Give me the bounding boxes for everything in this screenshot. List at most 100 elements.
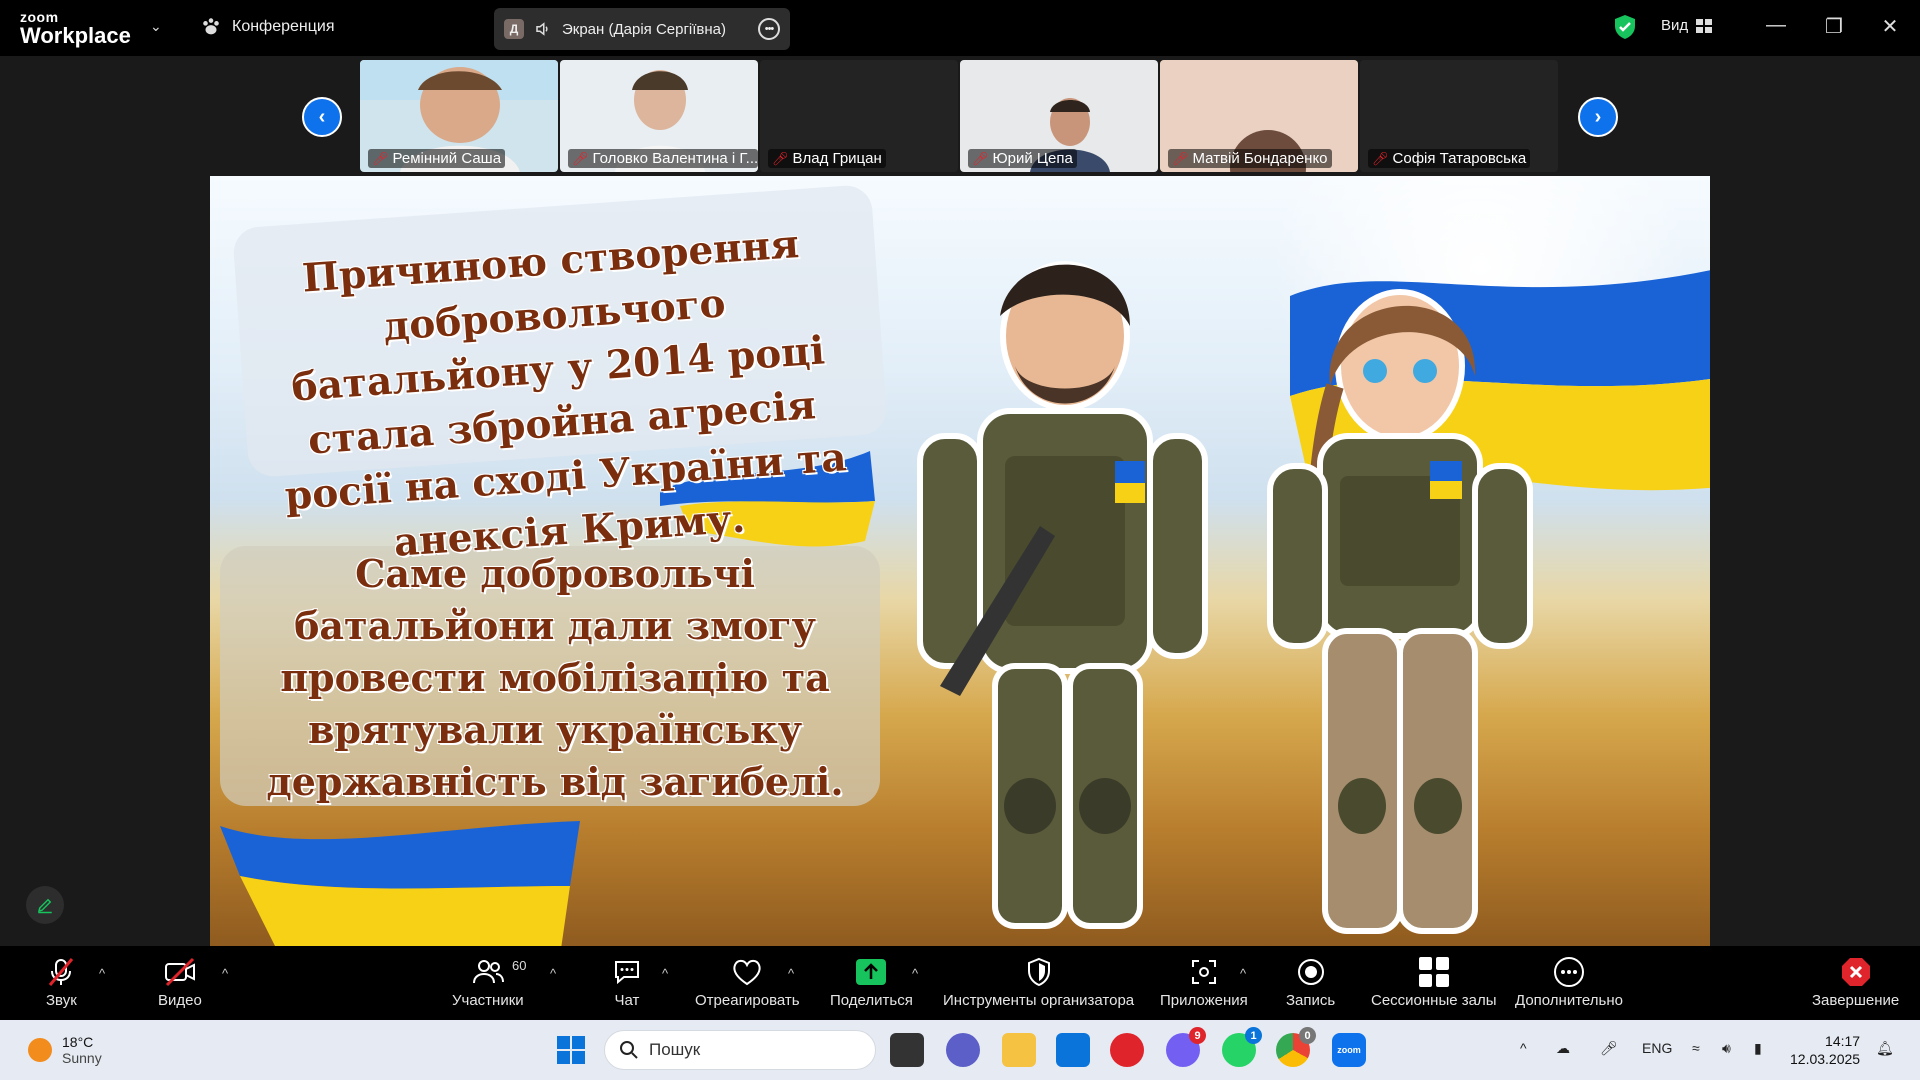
meeting-title: Конференция xyxy=(232,18,335,35)
search-icon xyxy=(620,1041,638,1059)
windows-taskbar: 18°C Sunny Пошук 9 1 0 zoom ^ ☁ 🎤︎ ENG ≈… xyxy=(0,1020,1920,1080)
mic-muted-icon xyxy=(49,958,74,986)
video-button[interactable]: Видео xyxy=(158,956,202,1009)
language-indicator[interactable]: ENG xyxy=(1642,1040,1672,1056)
react-options-caret[interactable]: ^ xyxy=(788,966,794,981)
react-button[interactable]: Отреагировать xyxy=(695,956,800,1009)
gallery-prev-button[interactable]: ‹ xyxy=(302,97,342,137)
volume-icon[interactable]: 🔊︎ xyxy=(1722,1040,1731,1057)
male-soldier-illustration xyxy=(917,261,1208,929)
mic-muted-icon: 🎤︎ xyxy=(1172,150,1189,166)
zoom-taskbar-icon[interactable]: zoom xyxy=(1332,1033,1366,1067)
screen-share-indicator[interactable]: Д Экран (Дарія Сергіївна) ••• xyxy=(494,8,790,50)
viber-icon[interactable]: 9 xyxy=(1166,1027,1206,1067)
shield-icon xyxy=(1027,957,1050,987)
opera-icon[interactable] xyxy=(1110,1033,1144,1067)
participant-tile[interactable]: 🎤︎ Софія Татаровська xyxy=(1360,60,1558,172)
speaker-icon xyxy=(536,22,548,36)
notifications-icon[interactable]: 🔔︎ xyxy=(1876,1040,1894,1057)
system-clock[interactable]: 14:17 12.03.2025 xyxy=(1790,1032,1860,1068)
breakout-rooms-icon xyxy=(1418,957,1449,987)
video-off-icon xyxy=(164,957,195,987)
meeting-info-button[interactable]: Конференция xyxy=(200,16,335,38)
shared-screen: Причиною створення добровольчого батальй… xyxy=(210,176,1710,946)
participant-name: Ремінний Саша xyxy=(392,150,502,167)
participant-tile[interactable]: 🎤︎ Влад Грицан xyxy=(760,60,958,172)
restore-icon[interactable]: ❐ xyxy=(1819,14,1849,39)
whatsapp-icon[interactable]: 1 xyxy=(1222,1027,1262,1067)
pen-icon xyxy=(37,898,52,914)
host-tools-button[interactable]: Инструменты организатора xyxy=(943,956,1134,1009)
chevron-down-icon[interactable]: ⌄ xyxy=(150,18,162,35)
task-view-icon[interactable] xyxy=(890,1033,924,1067)
participant-name: Влад Грицан xyxy=(792,150,882,167)
security-shield-icon[interactable] xyxy=(1613,14,1637,40)
mic-muted-icon: 🎤︎ xyxy=(972,150,989,166)
more-button[interactable]: Дополнительно xyxy=(1515,956,1623,1009)
view-button[interactable]: Вид xyxy=(1661,17,1713,34)
gallery-next-button[interactable]: › xyxy=(1578,97,1618,137)
wifi-icon[interactable]: ≈ xyxy=(1692,1040,1700,1056)
heart-icon xyxy=(733,959,761,986)
end-icon xyxy=(1841,958,1870,986)
apps-button[interactable]: Приложения xyxy=(1160,956,1248,1009)
minimize-icon[interactable]: — xyxy=(1761,14,1791,37)
chrome-icon[interactable]: 0 xyxy=(1276,1027,1316,1067)
video-options-caret[interactable]: ^ xyxy=(222,966,228,981)
participant-tile[interactable]: 🎤︎ Юрий Цепа xyxy=(960,60,1158,172)
taskbar-search[interactable]: Пошук xyxy=(604,1030,876,1070)
chat-button[interactable]: Чат xyxy=(612,956,642,1009)
store-icon[interactable] xyxy=(1056,1033,1090,1067)
audio-button[interactable]: Звук xyxy=(46,956,77,1009)
mic-muted-icon: 🎤︎ xyxy=(572,150,589,166)
close-icon[interactable]: ✕ xyxy=(1875,14,1905,39)
apps-icon xyxy=(1191,960,1216,984)
meeting-toolbar: Звук ^ Видео ^ Участники 60 ^ Чат ^ Отре… xyxy=(0,946,1920,1020)
more-options-icon[interactable]: ••• xyxy=(758,18,780,40)
more-icon xyxy=(1553,957,1584,987)
participants-count: 60 xyxy=(512,958,527,973)
paw-icon xyxy=(203,18,219,35)
show-hidden-icons[interactable]: ^ xyxy=(1520,1040,1527,1056)
apps-options-caret[interactable]: ^ xyxy=(1240,966,1246,981)
file-explorer-icon[interactable] xyxy=(1002,1033,1036,1067)
participant-tile[interactable]: 🎤︎ Ремінний Саша xyxy=(360,60,558,172)
cloud-offline-icon[interactable]: ☁ xyxy=(1556,1040,1570,1057)
chat-options-caret[interactable]: ^ xyxy=(662,966,668,981)
record-icon xyxy=(1297,959,1324,985)
breakout-rooms-button[interactable]: Сессионные залы xyxy=(1371,956,1497,1009)
participants-icon xyxy=(472,960,504,984)
start-icon[interactable] xyxy=(554,1033,588,1067)
presenter-avatar: Д xyxy=(504,19,524,39)
mic-muted-icon: 🎤︎ xyxy=(372,150,389,166)
share-options-caret[interactable]: ^ xyxy=(912,966,918,981)
participant-name: Головко Валентина і Г... xyxy=(592,150,758,167)
share-screen-icon xyxy=(856,959,887,985)
participant-tile[interactable]: 🎤︎ Головко Валентина і Г... xyxy=(560,60,758,172)
participant-name: Софія Татаровська xyxy=(1392,150,1527,167)
participants-options-caret[interactable]: ^ xyxy=(550,966,556,981)
flag-brush-stroke xyxy=(220,821,580,946)
share-label: Экран (Дарія Сергіївна) xyxy=(562,20,727,38)
mic-muted-icon: 🎤︎ xyxy=(1372,150,1389,166)
viber-badge: 9 xyxy=(1189,1027,1206,1044)
audio-options-caret[interactable]: ^ xyxy=(99,966,105,981)
microphone-icon[interactable]: 🎤︎ xyxy=(1600,1040,1618,1057)
annotate-pen-button[interactable] xyxy=(26,886,64,924)
weather-widget[interactable]: 18°C Sunny xyxy=(28,1034,102,1066)
participant-tile[interactable]: 🎤︎ Матвій Бондаренко xyxy=(1160,60,1358,172)
teams-icon[interactable] xyxy=(946,1033,980,1067)
end-meeting-button[interactable]: Завершение xyxy=(1812,956,1899,1009)
record-button[interactable]: Запись xyxy=(1286,956,1335,1009)
share-screen-button[interactable]: Поделиться xyxy=(830,956,913,1009)
zoom-logo[interactable]: zoom Workplace xyxy=(20,10,131,47)
female-soldier-illustration xyxy=(1267,289,1533,934)
chrome-badge: 0 xyxy=(1299,1027,1316,1044)
battery-icon[interactable]: ▮ xyxy=(1754,1040,1762,1057)
participant-name: Юрий Цепа xyxy=(992,150,1073,167)
slide-paragraph-2: Саме добровольчі батальйони дали змогу п… xyxy=(266,551,844,804)
zoom-window: zoom Workplace ⌄ Конференция Д Экран (Да… xyxy=(0,0,1920,1080)
chat-icon xyxy=(615,961,639,985)
mic-muted-icon: 🎤︎ xyxy=(772,150,789,166)
participant-gallery: 🎤︎ Ремінний Саша 🎤︎ Головко Валентина і Г.… xyxy=(360,60,1560,172)
